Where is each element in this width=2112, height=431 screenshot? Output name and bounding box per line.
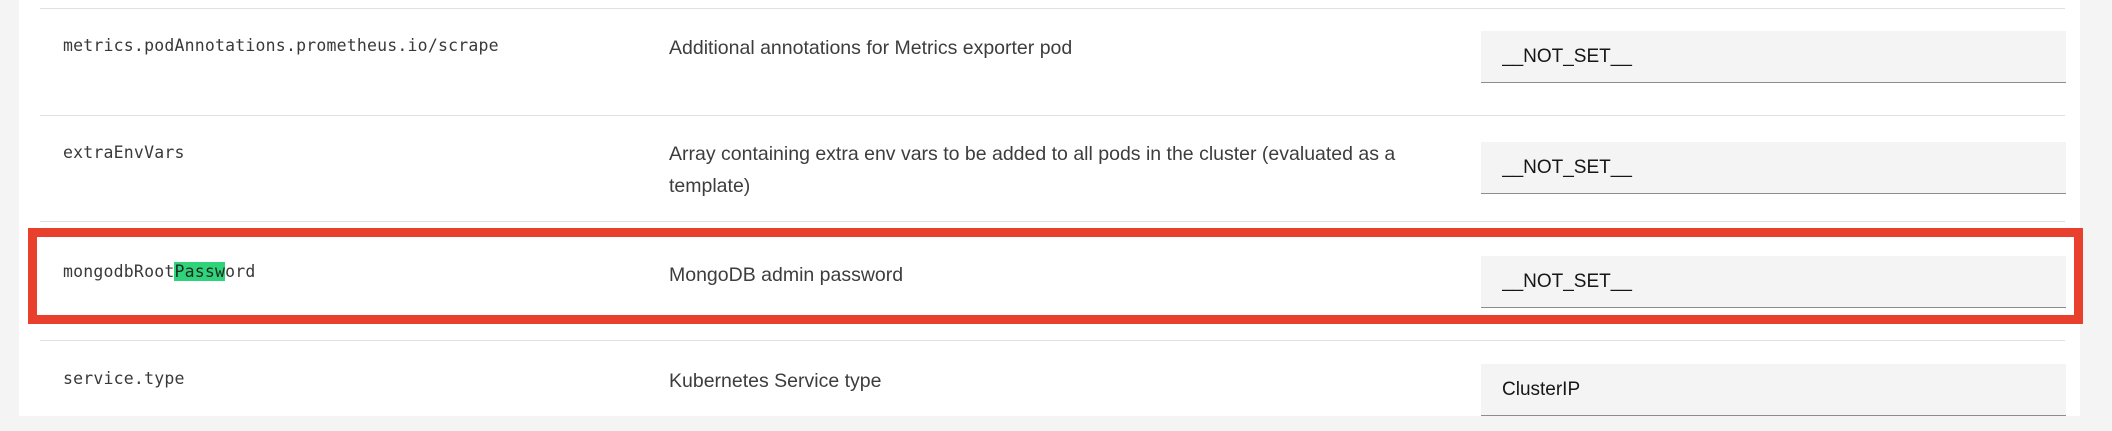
table-row: service.type Kubernetes Service type [40, 341, 2066, 431]
parameter-value-input[interactable] [1481, 364, 2066, 416]
parameter-value-input[interactable] [1481, 31, 2066, 83]
parameter-name: mongodbRootPassword [63, 262, 256, 281]
parameter-name-prefix: mongodbRoot [63, 262, 175, 281]
search-match-highlight: Passw [174, 262, 226, 281]
table-row: metrics.podAnnotations.prometheus.io/scr… [40, 8, 2066, 116]
parameter-name: service.type [63, 369, 185, 388]
parameter-name: extraEnvVars [63, 143, 185, 162]
parameter-name-suffix: ord [225, 262, 256, 281]
parameter-description: Kubernetes Service type [669, 370, 882, 392]
table-row: extraEnvVars Array containing extra env … [40, 115, 2066, 222]
parameter-name: metrics.podAnnotations.prometheus.io/scr… [63, 36, 499, 55]
parameter-value-input[interactable] [1481, 256, 2066, 308]
parameter-description: Additional annotations for Metrics expor… [669, 37, 1073, 59]
parameter-description: MongoDB admin password [669, 264, 904, 286]
page: metrics.podAnnotations.prometheus.io/scr… [0, 0, 2112, 416]
parameter-description: Array containing extra env vars to be ad… [669, 143, 1396, 197]
table-row: mongodbRootPassword MongoDB admin passwo… [40, 226, 2066, 341]
parameter-value-input[interactable] [1481, 142, 2066, 194]
